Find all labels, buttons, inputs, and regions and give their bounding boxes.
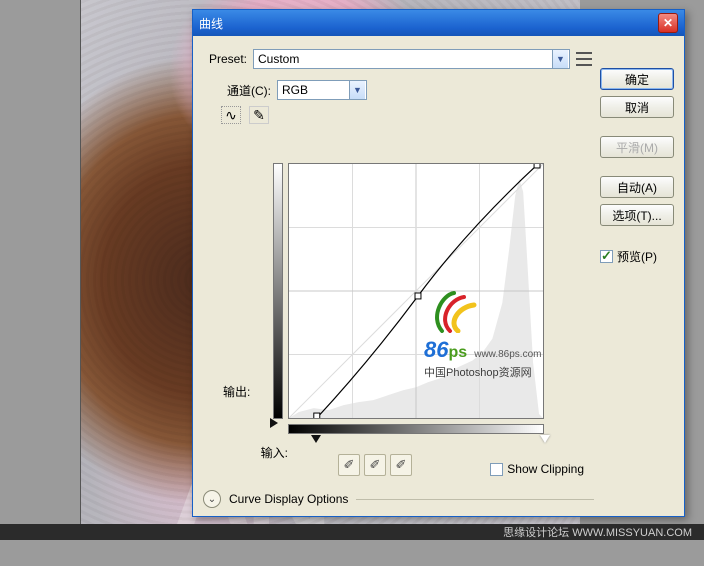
logo-url: www.86ps.com — [474, 349, 541, 360]
display-options-row: ⌄ Curve Display Options — [203, 490, 594, 508]
ok-button-label: 确定 — [625, 71, 649, 88]
dialog-body: Preset: Custom ▼ 通道(C): RGB ▼ ∿ ✎ — [193, 36, 684, 516]
logo-86: 86 — [424, 337, 448, 362]
curve-point-white[interactable] — [534, 164, 540, 168]
auto-button[interactable]: 自动(A) — [600, 176, 674, 198]
white-input-slider[interactable] — [540, 435, 550, 443]
channel-select[interactable]: RGB ▼ — [277, 80, 367, 100]
preview-checkbox[interactable] — [600, 250, 613, 263]
curve-point-black[interactable] — [314, 413, 320, 418]
white-output-slider[interactable] — [270, 418, 278, 428]
titlebar[interactable]: 曲线 ✕ — [193, 10, 684, 36]
preset-select[interactable]: Custom ▼ — [253, 49, 570, 69]
draw-curve-tool-icon[interactable]: ∿ — [221, 106, 241, 124]
options-button-label: 选项(T)... — [612, 207, 661, 224]
footer-bar: 思缘设计论坛 WWW.MISSYUAN.COM — [0, 524, 704, 540]
channel-value: RGB — [282, 83, 308, 97]
output-gradient-bar — [273, 163, 283, 419]
black-point-dropper-icon[interactable]: ✐ — [338, 454, 360, 476]
options-button[interactable]: 选项(T)... — [600, 204, 674, 226]
black-input-slider[interactable] — [311, 435, 321, 443]
display-options-label: Curve Display Options — [229, 492, 348, 506]
buttons-column: 确定 取消 平滑(M) 自动(A) 选项(T)... 预览(P) — [600, 68, 674, 265]
output-label: 输出: — [223, 383, 250, 400]
white-point-dropper-icon[interactable]: ✐ — [390, 454, 412, 476]
curve-point-mid[interactable] — [415, 293, 421, 299]
logo-sub: 中国Photoshop资源网 — [424, 367, 532, 379]
close-button[interactable]: ✕ — [658, 13, 678, 33]
smooth-button-label: 平滑(M) — [616, 139, 658, 156]
chevron-down-icon: ▼ — [552, 50, 568, 68]
separator-line — [356, 499, 594, 500]
watermark-logo: 86ps www.86ps.com 中国Photoshop资源网 — [424, 287, 574, 381]
auto-button-label: 自动(A) — [617, 179, 657, 196]
smooth-button[interactable]: 平滑(M) — [600, 136, 674, 158]
cancel-button[interactable]: 取消 — [600, 96, 674, 118]
show-clipping-checkbox[interactable] — [490, 463, 503, 476]
show-clipping-label: Show Clipping — [507, 462, 584, 476]
ok-button[interactable]: 确定 — [600, 68, 674, 90]
cancel-button-label: 取消 — [625, 99, 649, 116]
chevron-down-icon: ▼ — [349, 81, 365, 99]
preset-menu-icon[interactable] — [576, 52, 592, 66]
preset-label: Preset: — [203, 52, 247, 66]
show-clipping-row: Show Clipping — [490, 462, 584, 476]
footer-text: 思缘设计论坛 WWW.MISSYUAN.COM — [503, 524, 692, 540]
samplers-row: ✐ ✐ ✐ — [338, 454, 412, 476]
preset-value: Custom — [258, 52, 299, 66]
preview-row: 预览(P) — [600, 248, 674, 265]
disclosure-toggle-icon[interactable]: ⌄ — [203, 490, 221, 508]
input-gradient-bar — [288, 424, 544, 434]
dialog-title: 曲线 — [199, 15, 658, 32]
logo-ps: ps — [448, 344, 467, 361]
gray-point-dropper-icon[interactable]: ✐ — [364, 454, 386, 476]
curves-dialog: 曲线 ✕ Preset: Custom ▼ 通道(C): RGB ▼ ∿ ✎ — [192, 9, 685, 517]
input-label: 输入: — [228, 444, 288, 461]
channel-label: 通道(C): — [213, 82, 271, 99]
draw-pencil-tool-icon[interactable]: ✎ — [249, 106, 269, 124]
preview-label: 预览(P) — [617, 248, 657, 265]
